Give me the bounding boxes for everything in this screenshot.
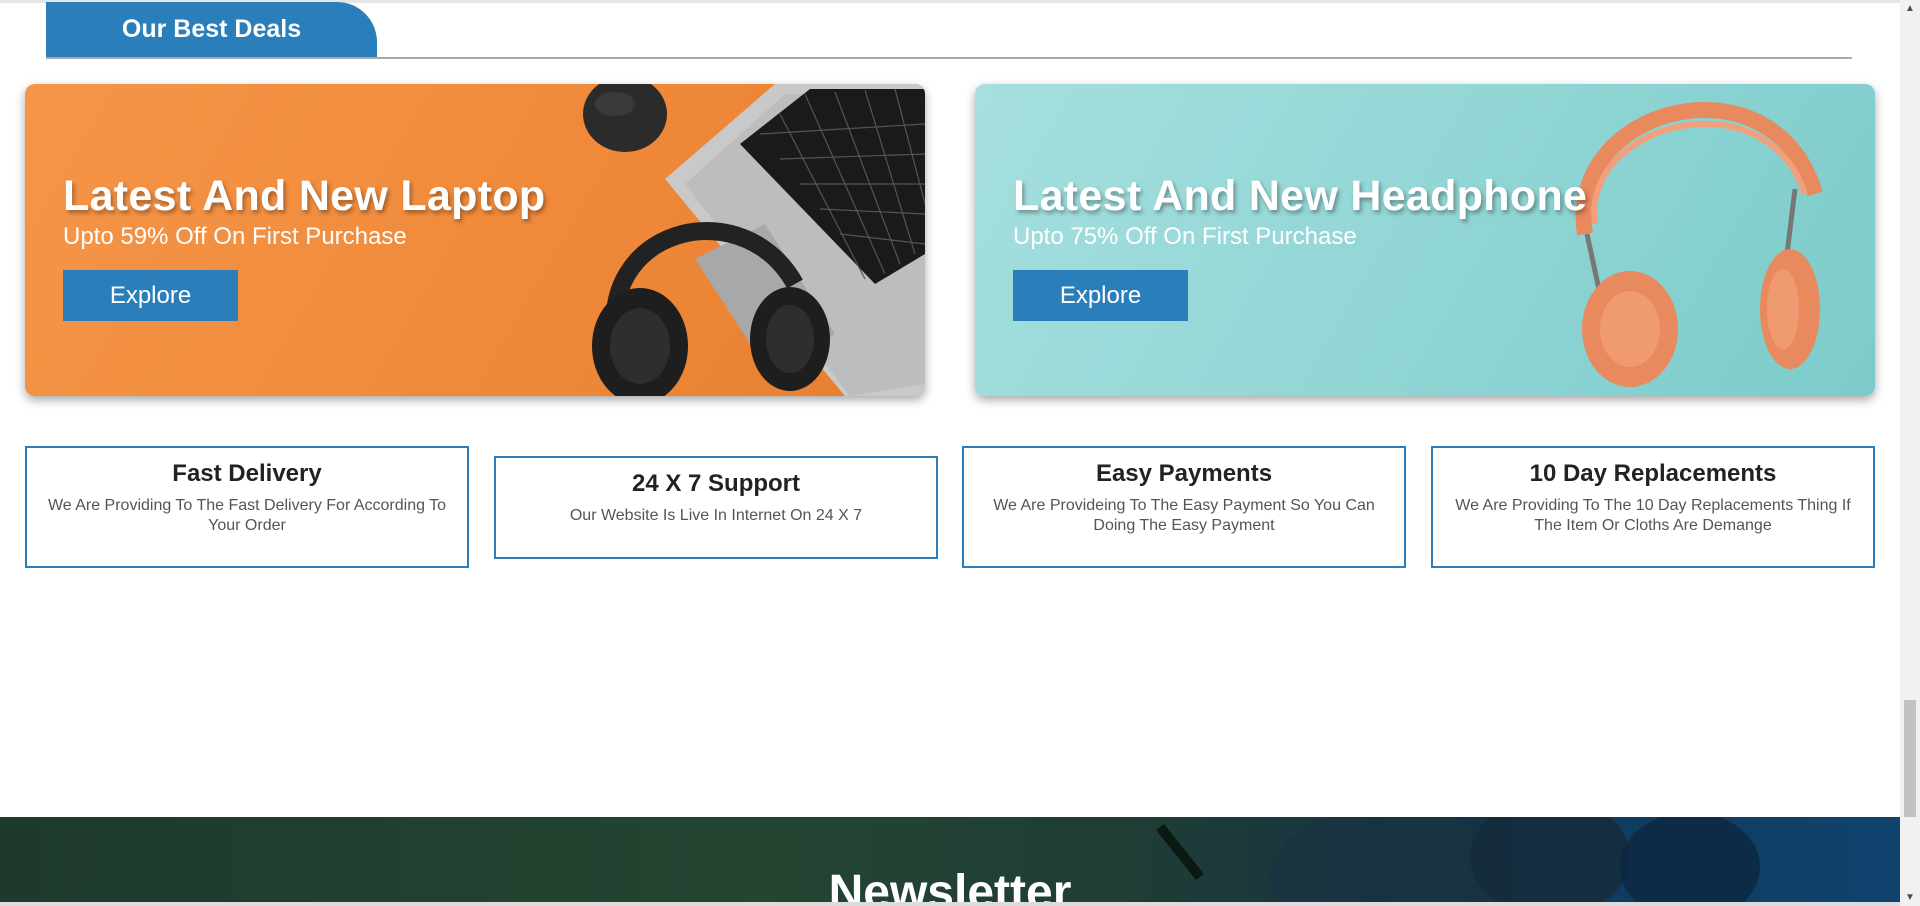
feature-support: 24 X 7 Support Our Website Is Live In In…: [494, 456, 938, 559]
feature-title: Fast Delivery: [172, 460, 322, 487]
vertical-scrollbar[interactable]: ▲ ▼: [1900, 0, 1920, 906]
chevron-down-icon[interactable]: ▼: [1900, 889, 1920, 906]
headphone-deal-content: Latest And New Headphone Upto 75% Off On…: [1013, 172, 1587, 321]
newsletter-section: Newsletter: [0, 817, 1900, 906]
headphone-explore-button[interactable]: Explore: [1013, 270, 1188, 321]
feature-text: Our Website Is Live In Internet On 24 X …: [569, 507, 863, 524]
best-deals-title: Our Best Deals: [46, 2, 377, 57]
scrollbar-thumb[interactable]: [1904, 700, 1916, 817]
feature-text: We Are Provideing To The Easy Payment So…: [993, 497, 1375, 534]
feature-text: We Are Providing To The 10 Day Replaceme…: [1455, 497, 1851, 534]
laptop-deal-banner: Latest And New Laptop Upto 59% Off On Fi…: [25, 84, 925, 396]
page-viewport: Our Best Deals Latest And New Laptop Upt…: [0, 0, 1900, 906]
feature-fast-delivery: Fast Delivery We Are Providing To The Fa…: [25, 446, 469, 568]
laptop-deal-title: Latest And New Laptop: [63, 172, 546, 220]
feature-text: We Are Providing To The Fast Delivery Fo…: [47, 497, 447, 534]
headphone-deal-banner: Latest And New Headphone Upto 75% Off On…: [975, 84, 1875, 396]
laptop-explore-button[interactable]: Explore: [63, 270, 238, 321]
feature-title: 24 X 7 Support: [631, 470, 801, 497]
feature-easy-payments: Easy Payments We Are Provideing To The E…: [962, 446, 1406, 568]
laptop-deal-content: Latest And New Laptop Upto 59% Off On Fi…: [63, 172, 546, 321]
headphone-deal-subtitle: Upto 75% Off On First Purchase: [1013, 223, 1357, 250]
feature-title: 10 Day Replacements: [1529, 460, 1777, 487]
horizontal-scroll-strip: [0, 902, 1900, 906]
best-deals-heading: Our Best Deals: [46, 2, 1852, 59]
laptop-deal-subtitle: Upto 59% Off On First Purchase: [63, 223, 407, 250]
headphone-deal-title: Latest And New Headphone: [1013, 172, 1588, 220]
feature-replacements: 10 Day Replacements We Are Providing To …: [1431, 446, 1875, 568]
newsletter-title: Newsletter: [828, 866, 1072, 906]
laptop-headphone-image: [583, 84, 925, 396]
feature-title: Easy Payments: [1095, 460, 1273, 487]
chevron-up-icon[interactable]: ▲: [1900, 0, 1920, 17]
